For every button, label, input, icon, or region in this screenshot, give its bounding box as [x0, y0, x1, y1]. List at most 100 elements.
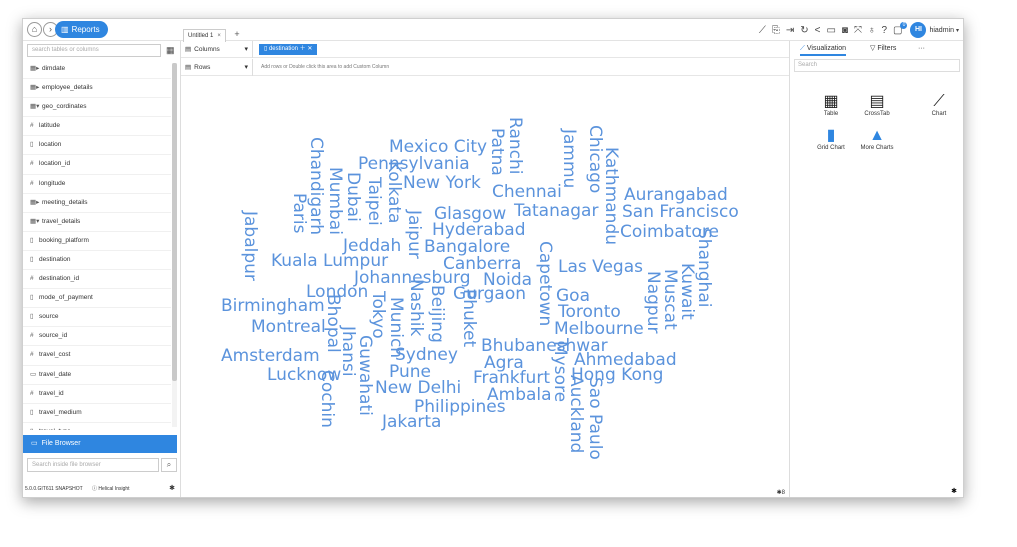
word-cloud-term[interactable]: Cochin [317, 370, 337, 428]
username[interactable]: hiadmin [929, 27, 954, 34]
tree-item[interactable]: ▯ travel_medium [23, 404, 171, 423]
word-cloud-term[interactable]: Tatanagar [513, 201, 598, 221]
avatar[interactable]: HI [910, 22, 927, 38]
export-icon[interactable]: ⎘ [772, 25, 780, 36]
tree-item[interactable]: ▦▾ geo_cordinates [23, 98, 171, 118]
pin-icon[interactable]: ✱ [951, 487, 957, 495]
word-cloud-term[interactable]: Jaipur [404, 209, 424, 259]
file-browser-search-input[interactable]: Search inside file browser [27, 458, 159, 472]
refresh-icon[interactable]: ↻ [800, 25, 808, 36]
word-cloud-term[interactable]: Chennai [492, 182, 562, 202]
layout-icon[interactable]: ▭ [826, 25, 835, 36]
word-cloud-term[interactable]: Beijing [427, 285, 447, 343]
tree-item[interactable]: # destination_id [23, 270, 171, 290]
camera-icon[interactable]: ◙ [842, 25, 848, 36]
tree-item[interactable]: # source_id [23, 327, 171, 347]
word-cloud-term[interactable]: Jammu [559, 128, 579, 188]
exit-icon[interactable]: ⇥ [786, 25, 794, 36]
pin-icon[interactable]: ✱ [169, 482, 175, 496]
tree-item[interactable]: # location_id [23, 155, 171, 175]
bulb-icon[interactable]: ♁ [868, 25, 876, 36]
caret-down-icon[interactable]: ▾ [244, 59, 248, 76]
viz-chart[interactable]: ⟋ Chart [914, 93, 963, 117]
grid-toggle-icon[interactable]: ▦ [166, 45, 175, 56]
file-browser-button[interactable]: ▭ File Browser [23, 435, 177, 453]
scroll-thumb[interactable] [172, 63, 177, 381]
area-chart-icon: ▲ [869, 127, 885, 144]
tree-item[interactable]: ▯ booking_platform [23, 232, 171, 251]
tree-item[interactable]: ▦▸ employee_details [23, 79, 171, 99]
word-cloud-term[interactable]: Taipei [364, 176, 384, 226]
word-cloud-term[interactable]: Capetown [535, 241, 555, 326]
word-cloud-term[interactable]: Nashik [406, 279, 426, 336]
word-cloud-term[interactable]: Ranchi [505, 117, 525, 174]
tree-item[interactable]: ▯ location [23, 136, 171, 156]
pin-icon[interactable]: ✱8 [777, 489, 785, 496]
help-icon[interactable]: ? [881, 25, 887, 36]
tree-item[interactable]: # travel_id [23, 385, 171, 404]
tab-close-icon[interactable]: × [217, 33, 221, 39]
tab-visualization[interactable]: ⟋ Visualization [800, 41, 847, 56]
version-footer: 5.0.0.GIT611 SNAPSHOT ⓘ Helical Insight … [25, 482, 181, 496]
viz-grid-chart[interactable]: ▮ Grid Chart [806, 127, 856, 151]
word-cloud-term[interactable]: Nagpur [643, 271, 663, 333]
word-cloud-term[interactable]: Sao Paulo [585, 377, 605, 460]
word-cloud-term[interactable]: Munich [386, 297, 406, 358]
tree-item[interactable]: # latitude [23, 117, 171, 137]
visualization-search-input[interactable]: Search [794, 59, 960, 72]
word-cloud-term[interactable]: New York [403, 173, 481, 193]
destination-column-pill[interactable]: ▯ destination ＋ ✕ [259, 44, 318, 55]
reports-button[interactable]: ▥ Reports [55, 21, 108, 38]
word-cloud-term[interactable]: Jhansi [338, 325, 358, 377]
line-chart-icon[interactable]: ⟋ [759, 25, 766, 36]
notification-icon[interactable]: ▢ 0 [893, 21, 908, 36]
tree-item[interactable]: ▦▾ travel_details [23, 213, 171, 232]
tree-item[interactable]: ▯ source [23, 308, 171, 328]
viz-table[interactable]: ▦ Table [806, 93, 856, 117]
tree-item[interactable]: ▯ destination [23, 251, 171, 271]
tree-item[interactable]: # travel_cost [23, 346, 171, 366]
word-cloud-term[interactable]: Montreal [251, 317, 326, 337]
word-cloud-term[interactable]: Auckland [566, 375, 586, 453]
search-icon[interactable]: ⌕ [161, 458, 177, 472]
tree-item[interactable]: ▯travel_type [23, 423, 171, 430]
add-tab-button[interactable]: + [234, 29, 239, 39]
word-cloud-term[interactable]: San Francisco [622, 202, 739, 222]
caret-down-icon[interactable]: ▾ [244, 41, 248, 58]
home-icon[interactable]: ⌂ [27, 22, 42, 37]
word-cloud-term[interactable]: Jakarta [381, 412, 441, 432]
columns-shelf[interactable]: ▤ Columns ▾ ▯ destination ＋ ✕ [181, 41, 789, 58]
word-cloud-term[interactable]: Patna [487, 128, 507, 176]
reports-label: Reports [71, 25, 100, 34]
share-icon[interactable]: < [815, 25, 821, 36]
search-tables-input[interactable]: search tables or columns [27, 44, 161, 57]
word-cloud-term[interactable]: Jabalpur [240, 210, 260, 281]
tree-item-label: destination [39, 255, 71, 263]
word-cloud-term[interactable]: Amsterdam [221, 346, 320, 366]
more-tabs-button[interactable]: ··· [918, 41, 925, 56]
word-cloud-term[interactable]: Phuket [459, 289, 479, 347]
tree-item[interactable]: ▦▸ dimdate [23, 60, 171, 80]
tree-item[interactable]: ▭ travel_date [23, 366, 171, 385]
tree-item[interactable]: # longitude [23, 175, 171, 194]
word-cloud-term[interactable]: Kolkata [384, 161, 404, 223]
word-cloud-term[interactable]: Pennsylvania [358, 154, 470, 174]
tree-item[interactable]: ▯ mode_of_payment [23, 289, 171, 309]
fullscreen-icon[interactable]: ⤧ [854, 25, 862, 36]
word-cloud-term[interactable]: Kathmandu [601, 147, 621, 245]
word-cloud-term[interactable]: Tokyo [368, 290, 388, 339]
tree-scrollbar[interactable] [172, 63, 177, 427]
word-cloud-term[interactable]: Mumbai [325, 167, 345, 235]
viz-crosstab[interactable]: ▤ CrossTab [852, 93, 902, 117]
word-cloud-term[interactable]: Birmingham [221, 296, 325, 316]
rows-shelf[interactable]: ▤ Rows ▾ Add rows or Double click this are… [181, 59, 789, 76]
tab-filters[interactable]: ▽ Filters [870, 41, 896, 56]
viz-more-charts[interactable]: ▲ More Charts [852, 127, 902, 151]
tree-item[interactable]: ▦▸ meeting_details [23, 194, 171, 213]
bar-chart-icon: ▮ [826, 127, 836, 144]
word-cloud-term[interactable]: Paris [289, 193, 309, 234]
word-cloud-term[interactable]: Las Vegas [558, 257, 643, 277]
word-cloud-term[interactable]: Dubai [343, 172, 363, 222]
chevron-down-icon[interactable]: ▾ [956, 27, 959, 34]
word-cloud-term[interactable]: New Delhi [375, 378, 461, 398]
